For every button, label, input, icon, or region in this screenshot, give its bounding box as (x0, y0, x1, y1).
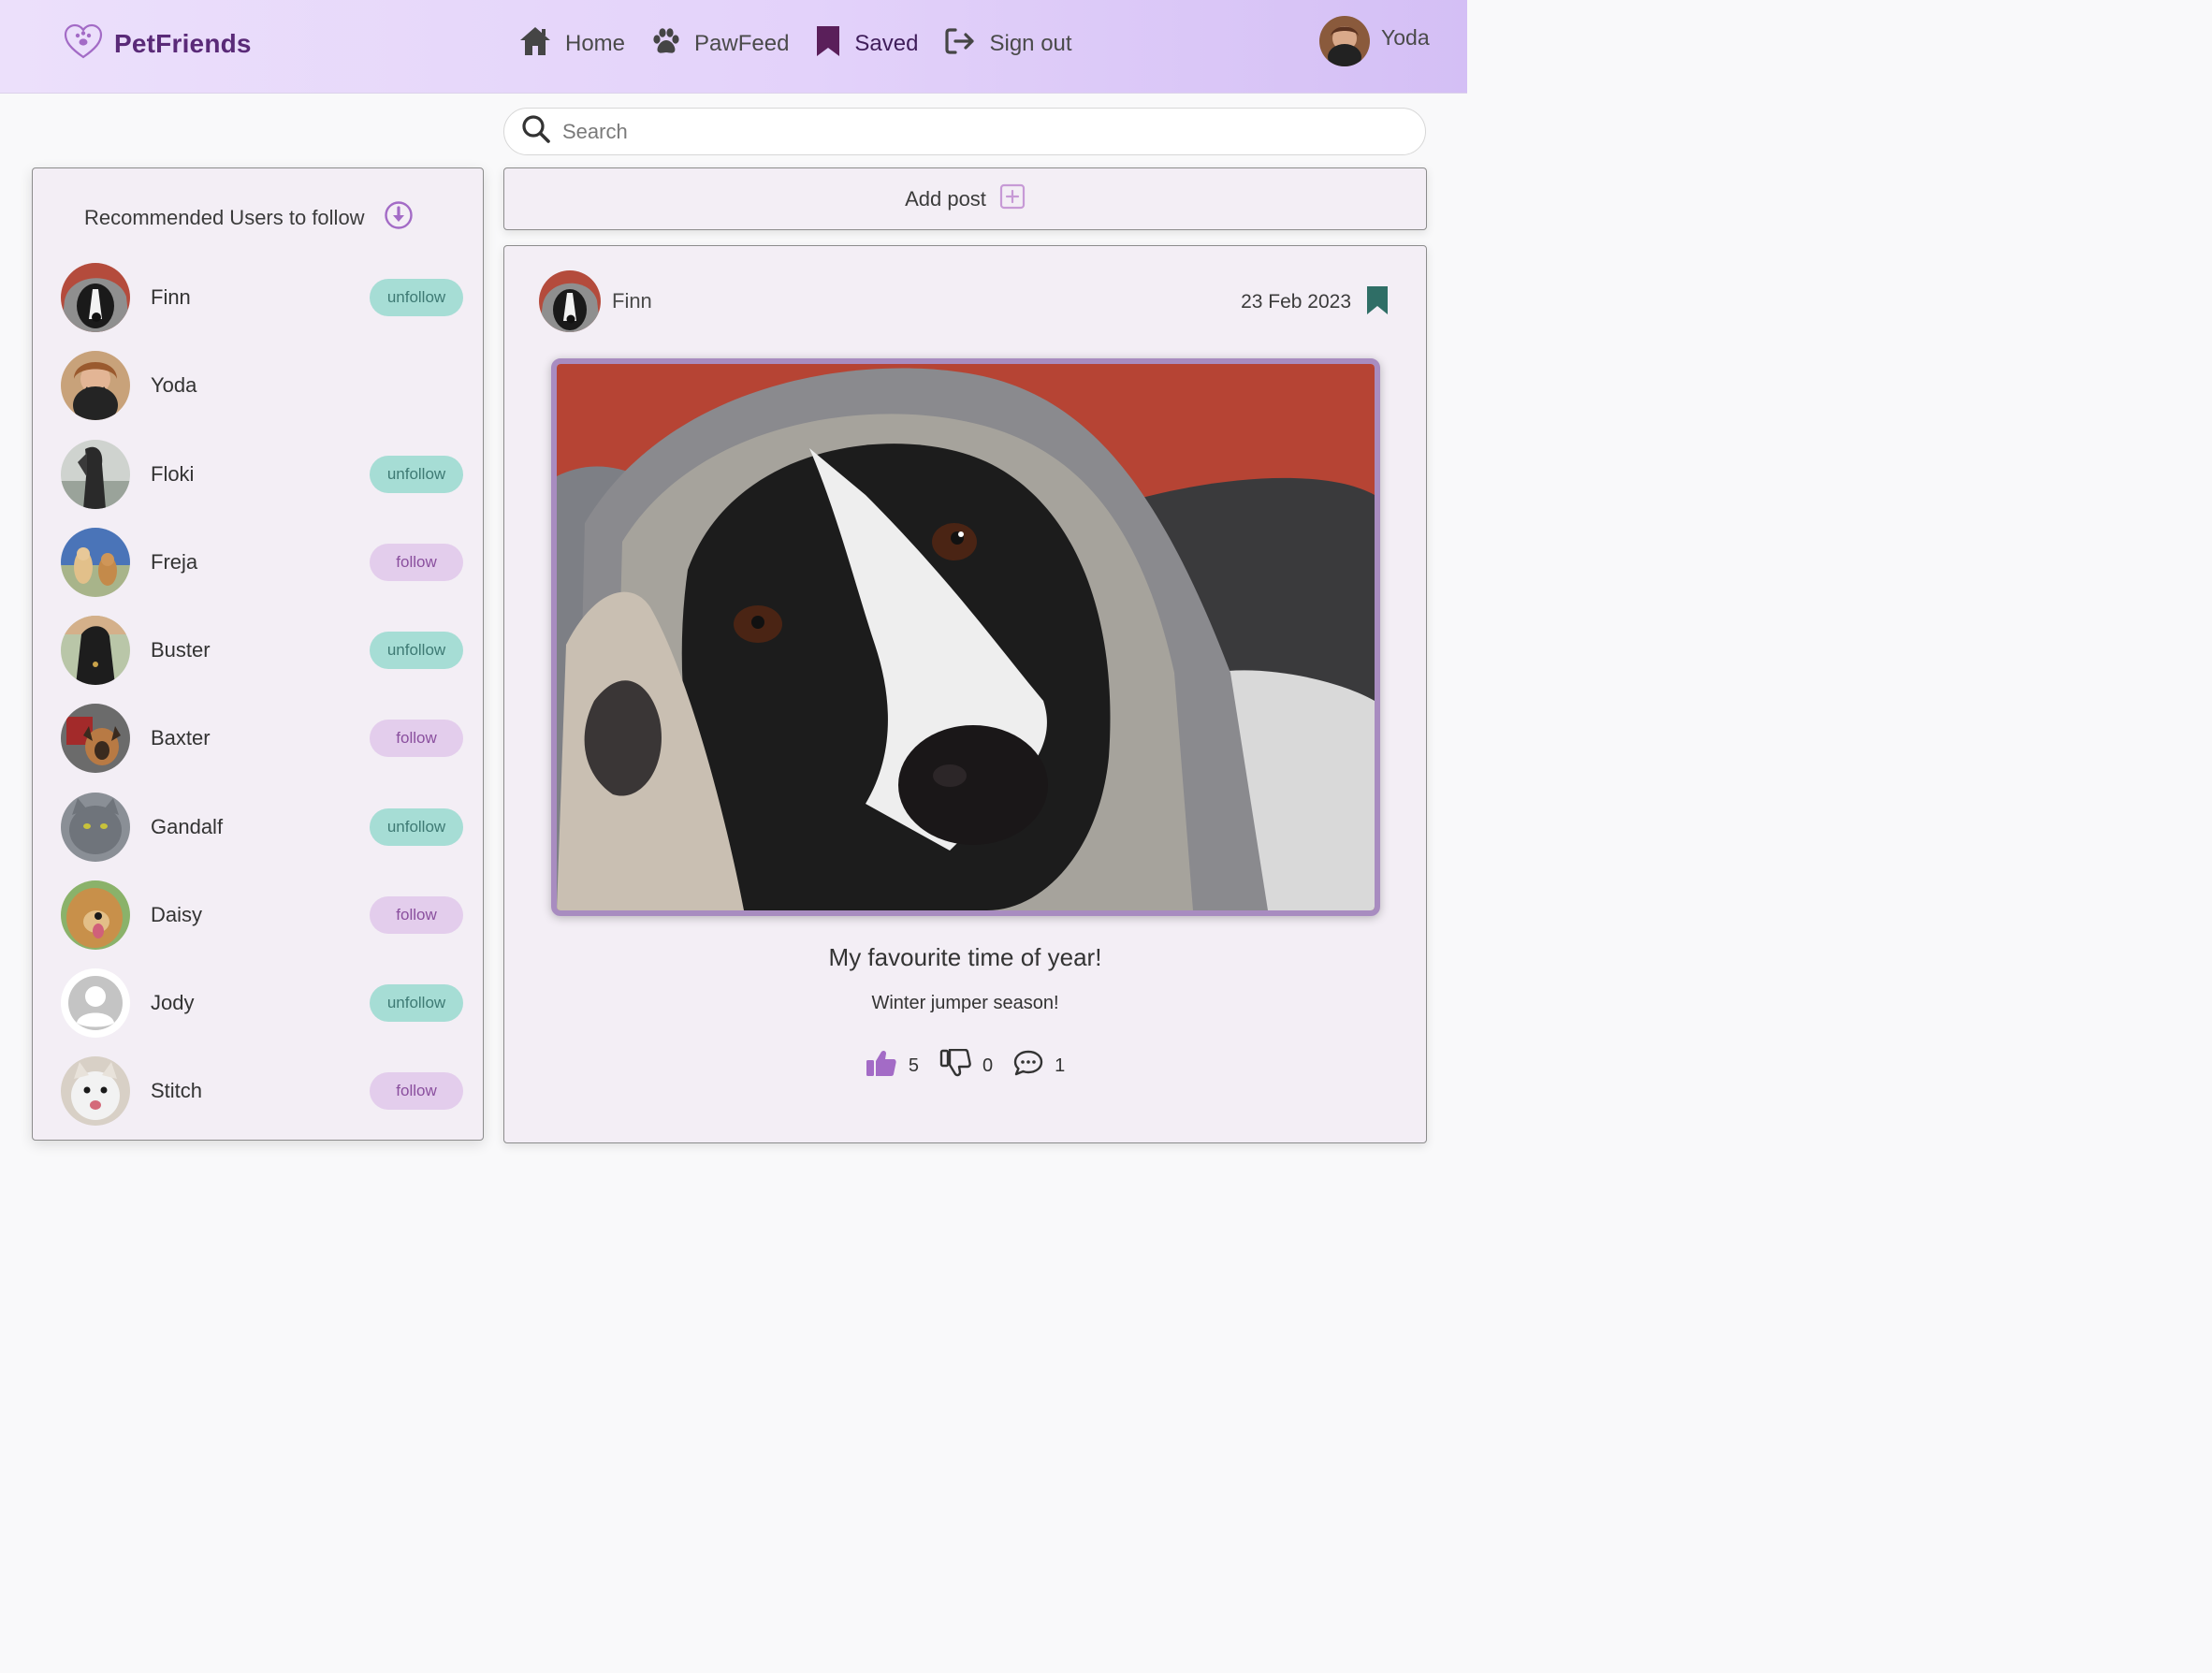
unfollow-button[interactable]: unfollow (370, 279, 463, 316)
recommended-user-name[interactable]: Buster (151, 638, 211, 662)
like-stat: 5 (866, 1049, 919, 1083)
dislike-stat: 0 (939, 1048, 994, 1083)
post-stats: 5 0 1 (504, 1048, 1426, 1083)
thumbs-down-icon[interactable] (939, 1048, 971, 1083)
recommended-user-name[interactable]: Freja (151, 550, 197, 575)
recommended-user-name[interactable]: Floki (151, 462, 194, 487)
recommended-user-item: Stitch follow (61, 1056, 463, 1126)
unfollow-button[interactable]: unfollow (370, 632, 463, 669)
user-avatar[interactable] (61, 528, 130, 597)
recommended-user-name[interactable]: Daisy (151, 903, 202, 927)
search-input[interactable] (562, 119, 1404, 144)
nav-sign-out[interactable]: Sign out (944, 27, 1072, 60)
recommended-user-name[interactable]: Finn (151, 285, 191, 310)
comment-count: 1 (1055, 1055, 1066, 1076)
user-avatar[interactable] (61, 263, 130, 332)
comment-stat: 1 (1013, 1050, 1065, 1082)
post-author-name: Finn (612, 289, 652, 313)
nav-pawfeed-label: PawFeed (694, 30, 790, 56)
user-avatar[interactable] (61, 704, 130, 773)
recommended-user-item: Floki unfollow (61, 440, 463, 509)
user-avatar[interactable] (61, 1056, 130, 1126)
like-count: 5 (908, 1055, 919, 1076)
recommended-user-name[interactable]: Stitch (151, 1079, 202, 1103)
user-avatar[interactable] (61, 880, 130, 950)
bookmark-icon (815, 24, 841, 63)
dislike-count: 0 (982, 1055, 994, 1076)
unfollow-button[interactable]: unfollow (370, 456, 463, 493)
bookmark-icon[interactable] (1366, 285, 1389, 320)
top-navbar: PetFriends Home PawFeed Saved Sign out Y… (0, 0, 1467, 94)
search-bar (503, 108, 1426, 155)
add-post-button[interactable]: Add post (503, 167, 1427, 230)
recommended-user-item: Gandalf unfollow (61, 793, 463, 862)
nav-pawfeed[interactable]: PawFeed (651, 27, 789, 60)
recommended-user-item: Baxter follow (61, 704, 463, 773)
sign-out-icon (944, 27, 976, 60)
recommended-user-name[interactable]: Gandalf (151, 815, 223, 839)
follow-button[interactable]: follow (370, 896, 463, 934)
post-author-avatar (539, 270, 601, 332)
thumbs-up-icon[interactable] (866, 1049, 897, 1083)
search-icon (521, 114, 551, 149)
arrow-down-circle-icon[interactable] (384, 200, 414, 236)
follow-button[interactable]: follow (370, 1072, 463, 1110)
user-profile[interactable]: Yoda (1319, 16, 1430, 66)
nav-saved[interactable]: Saved (815, 24, 918, 63)
brand-name: PetFriends (114, 28, 252, 58)
recommended-user-name[interactable]: Yoda (151, 373, 196, 398)
comment-icon[interactable] (1013, 1050, 1043, 1082)
user-avatar[interactable] (61, 793, 130, 862)
recommended-user-item: Jody unfollow (61, 968, 463, 1038)
recommended-users-panel: Recommended Users to follow Finn unfollo… (32, 167, 484, 1141)
user-avatar[interactable] (61, 351, 130, 420)
user-avatar[interactable] (61, 616, 130, 685)
user-avatar[interactable] (61, 440, 130, 509)
recommended-users-header: Recommended Users to follow (84, 200, 414, 236)
nav-saved-label: Saved (854, 30, 919, 56)
follow-button[interactable]: follow (370, 544, 463, 581)
recommended-user-item: Freja follow (61, 528, 463, 597)
post-title: My favourite time of year! (828, 943, 1102, 971)
home-icon (518, 25, 552, 62)
post-author[interactable]: Finn (539, 270, 652, 332)
recommended-users-title: Recommended Users to follow (84, 206, 365, 229)
post-card: Finn 23 Feb 2023 My favourite time of ye… (503, 245, 1427, 1143)
recommended-user-item: Yoda (61, 351, 463, 420)
nav-home-label: Home (565, 30, 626, 56)
plus-square-icon (999, 183, 1026, 214)
nav-sign-out-label: Sign out (989, 30, 1072, 56)
heart-paw-logo-icon (64, 22, 103, 65)
recommended-user-name[interactable]: Jody (151, 991, 194, 1015)
nav-home[interactable]: Home (518, 25, 625, 62)
brand-logo[interactable]: PetFriends (64, 22, 252, 65)
add-post-label: Add post (905, 186, 986, 211)
unfollow-button[interactable]: unfollow (370, 808, 463, 846)
recommended-user-item: Daisy follow (61, 880, 463, 950)
user-avatar (1319, 16, 1370, 66)
post-date: 23 Feb 2023 (1241, 291, 1351, 313)
unfollow-button[interactable]: unfollow (370, 984, 463, 1022)
follow-button[interactable]: follow (370, 720, 463, 757)
recommended-user-item: Finn unfollow (61, 263, 463, 332)
recommended-user-item: Buster unfollow (61, 616, 463, 685)
recommended-user-name[interactable]: Baxter (151, 726, 211, 750)
nav-links: Home PawFeed Saved Sign out (518, 24, 1099, 63)
paw-icon (651, 27, 681, 60)
post-text: Winter jumper season! (871, 993, 1059, 1013)
post-image[interactable] (551, 358, 1380, 916)
user-name: Yoda (1381, 24, 1430, 50)
default-avatar-icon[interactable] (61, 968, 130, 1038)
